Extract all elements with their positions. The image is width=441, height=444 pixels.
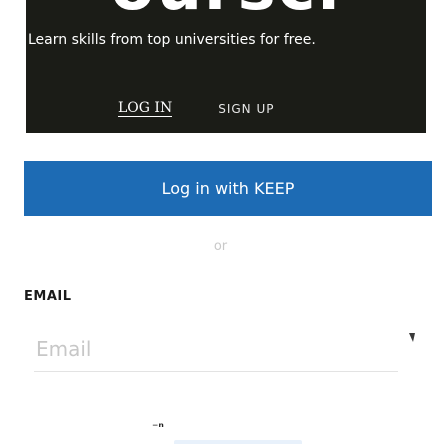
hero-banner: oursci Learn skills from top universitie… <box>26 0 426 133</box>
hero-signup-link[interactable]: SIGN UP <box>218 102 274 117</box>
hero-login-link[interactable]: LOG IN <box>118 100 173 117</box>
hero-tagline: Learn skills from top universities for f… <box>28 32 316 48</box>
email-field[interactable] <box>34 327 398 372</box>
keep-login-button[interactable]: Log in with KEEP <box>24 161 432 216</box>
autofill-corner-icon <box>409 333 415 342</box>
partial-glyph: ⁻ⁿ <box>152 420 164 434</box>
email-label: EMAIL <box>24 289 72 304</box>
partial-button-edge[interactable] <box>174 440 302 444</box>
hero-nav: LOG IN SIGN UP <box>118 100 274 117</box>
brand-wordmark: oursci <box>26 0 426 20</box>
or-divider: or <box>213 239 228 254</box>
